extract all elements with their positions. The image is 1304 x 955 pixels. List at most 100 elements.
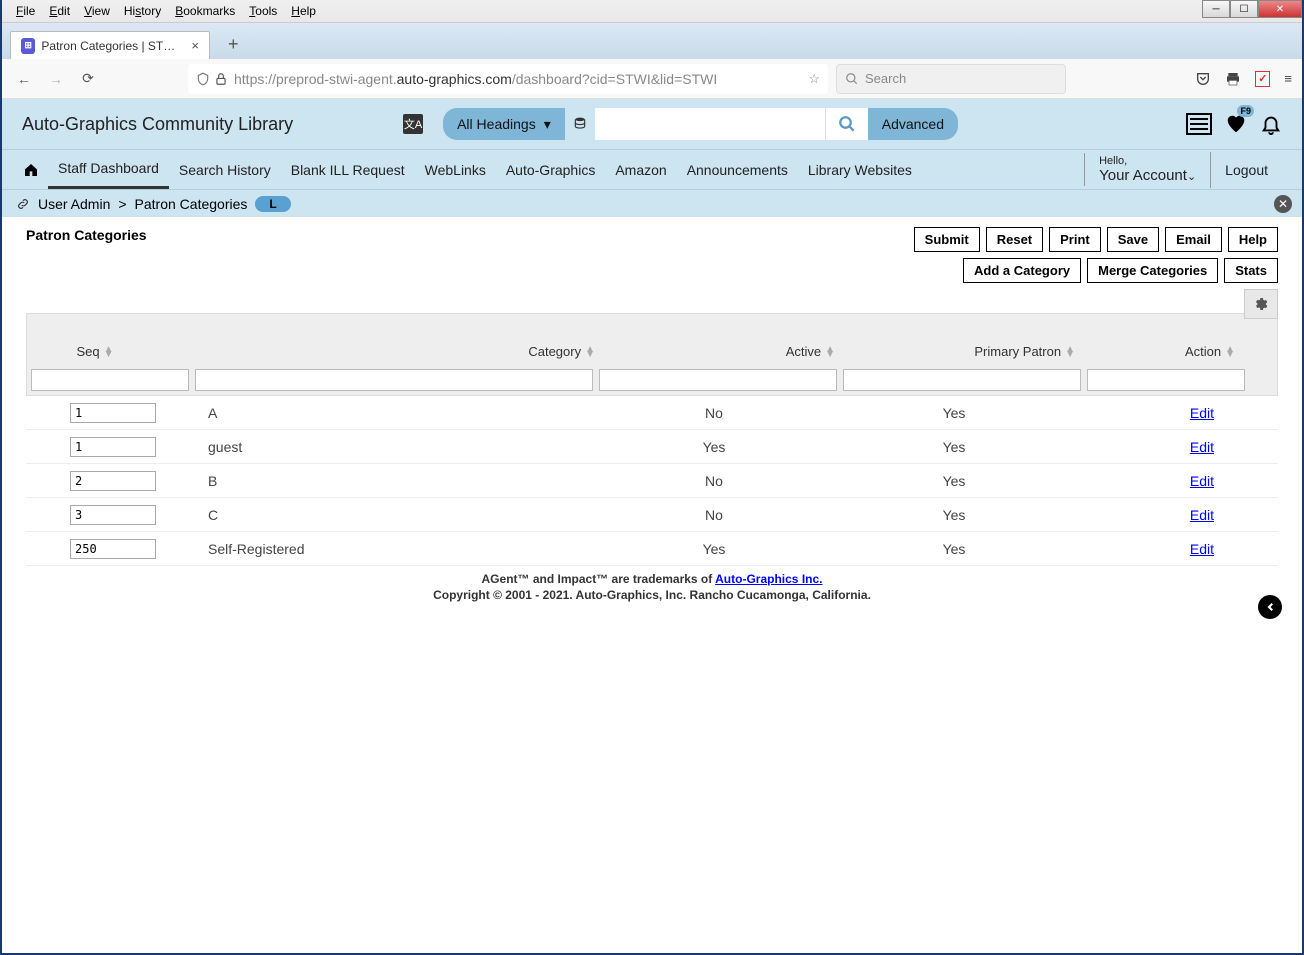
email-button[interactable]: Email [1165, 227, 1222, 252]
col-header-active[interactable]: Active▲▼ [595, 344, 835, 359]
nav-weblinks[interactable]: WebLinks [415, 152, 496, 188]
sort-icon: ▲▼ [1065, 347, 1075, 357]
print-button[interactable]: Print [1049, 227, 1101, 252]
filter-seq[interactable] [31, 369, 189, 391]
cell-primary: Yes [834, 507, 1074, 523]
browser-tab[interactable]: ⊞ Patron Categories | STWI | stwi | × [10, 31, 210, 59]
tab-title: Patron Categories | STWI | stwi | [41, 39, 181, 53]
back-fab-icon[interactable] [1258, 595, 1282, 619]
hello-label: Hello, [1099, 155, 1196, 167]
catalog-search-input[interactable] [595, 108, 825, 140]
url-bar[interactable]: https://preprod-stwi-agent.auto-graphics… [188, 64, 828, 94]
logout-link[interactable]: Logout [1210, 152, 1282, 188]
menu-bookmarks[interactable]: Bookmarks [169, 2, 241, 20]
lock-icon [214, 72, 228, 86]
seq-input[interactable] [70, 471, 156, 491]
table-row: B No Yes Edit [26, 464, 1278, 498]
col-header-seq[interactable]: Seq▲▼ [35, 344, 195, 359]
nav-amazon[interactable]: Amazon [605, 152, 676, 188]
col-header-category[interactable]: Category▲▼ [195, 344, 595, 359]
toolbar-right: ✓ ≡ [1195, 71, 1292, 87]
action-buttons: Submit Reset Print Save Email Help Add a… [914, 227, 1278, 283]
forward-button[interactable]: → [44, 67, 68, 91]
app-header: Auto-Graphics Community Library 文A All H… [2, 99, 1302, 149]
edit-link[interactable]: Edit [1190, 439, 1214, 455]
tab-close-icon[interactable]: × [191, 38, 199, 53]
account-menu[interactable]: Hello, Your Account⌄ [1084, 153, 1210, 186]
menu-icon[interactable]: ≡ [1284, 71, 1292, 87]
menu-view[interactable]: View [78, 2, 116, 20]
back-button[interactable]: ← [12, 67, 36, 91]
browser-menubar: File Edit View History Bookmarks Tools H… [2, 0, 1302, 23]
close-icon[interactable]: ✕ [1274, 195, 1292, 213]
edit-link[interactable]: Edit [1190, 405, 1214, 421]
menu-edit[interactable]: Edit [43, 2, 76, 20]
database-icon[interactable] [565, 108, 595, 140]
chevron-down-icon: ⌄ [1187, 171, 1196, 183]
list-icon[interactable] [1186, 113, 1212, 135]
help-button[interactable]: Help [1228, 227, 1278, 252]
search-scope-dropdown[interactable]: All Headings ▾ [443, 108, 565, 140]
cell-category: B [194, 473, 594, 489]
edit-link[interactable]: Edit [1190, 541, 1214, 557]
nav-search-history[interactable]: Search History [169, 152, 281, 188]
submit-button[interactable]: Submit [914, 227, 980, 252]
reset-button[interactable]: Reset [986, 227, 1043, 252]
bell-icon[interactable] [1260, 112, 1282, 136]
merge-categories-button[interactable]: Merge Categories [1087, 258, 1218, 283]
advanced-label: Advanced [882, 116, 944, 132]
search-button[interactable] [825, 108, 868, 140]
brand-title: Auto-Graphics Community Library [22, 114, 293, 135]
edit-link[interactable]: Edit [1190, 473, 1214, 489]
save-button[interactable]: Save [1107, 227, 1159, 252]
browser-search-box[interactable]: Search [836, 64, 1066, 94]
breadcrumb-user-admin[interactable]: User Admin [38, 196, 110, 212]
menu-help[interactable]: Help [285, 2, 322, 20]
table-row: Self-Registered Yes Yes Edit [26, 532, 1278, 566]
cell-category: A [194, 405, 594, 421]
shield-icon [196, 72, 210, 86]
menu-history[interactable]: History [118, 2, 167, 20]
main-nav: Staff Dashboard Search History Blank ILL… [2, 149, 1302, 189]
seq-input[interactable] [70, 403, 156, 423]
language-icon[interactable]: 文A [403, 114, 423, 134]
filter-primary[interactable] [843, 369, 1081, 391]
nav-staff-dashboard[interactable]: Staff Dashboard [48, 150, 169, 189]
col-header-primary[interactable]: Primary Patron▲▼ [835, 344, 1075, 359]
nav-announcements[interactable]: Announcements [677, 152, 798, 188]
cell-active: No [594, 473, 834, 489]
stats-button[interactable]: Stats [1224, 258, 1278, 283]
header-icons: F9 [1186, 112, 1282, 136]
print-icon[interactable] [1225, 71, 1241, 87]
col-header-action[interactable]: Action▲▼ [1075, 344, 1235, 359]
minimize-button[interactable]: ─ [1202, 0, 1230, 18]
home-icon[interactable] [22, 162, 48, 178]
breadcrumb-patron-categories[interactable]: Patron Categories [135, 196, 248, 212]
seq-input[interactable] [70, 505, 156, 525]
f9-badge: F9 [1237, 105, 1254, 117]
bookmark-star-icon[interactable]: ☆ [808, 71, 820, 87]
favorites-icon[interactable]: F9 [1224, 113, 1248, 135]
seq-input[interactable] [70, 437, 156, 457]
nav-blank-ill[interactable]: Blank ILL Request [281, 152, 415, 188]
seq-input[interactable] [70, 539, 156, 559]
nav-library-websites[interactable]: Library Websites [798, 152, 922, 188]
menu-file[interactable]: File [10, 2, 41, 20]
advanced-search-button[interactable]: Advanced [868, 108, 958, 140]
edit-link[interactable]: Edit [1190, 507, 1214, 523]
pocket-icon[interactable] [1195, 71, 1211, 87]
footer-link[interactable]: Auto-Graphics Inc. [715, 572, 822, 586]
new-tab-button[interactable]: + [220, 30, 247, 59]
menu-tools[interactable]: Tools [243, 2, 283, 20]
close-button[interactable]: ✕ [1258, 0, 1302, 18]
reload-button[interactable]: ⟳ [76, 67, 100, 91]
filter-row [26, 369, 1278, 396]
gear-icon[interactable] [1244, 289, 1278, 319]
filter-category[interactable] [195, 369, 593, 391]
maximize-button[interactable]: ☐ [1230, 0, 1258, 18]
nav-auto-graphics[interactable]: Auto-Graphics [496, 152, 605, 188]
filter-action[interactable] [1087, 369, 1245, 391]
filter-active[interactable] [599, 369, 837, 391]
add-category-button[interactable]: Add a Category [963, 258, 1081, 283]
extension-icon[interactable]: ✓ [1255, 71, 1270, 87]
